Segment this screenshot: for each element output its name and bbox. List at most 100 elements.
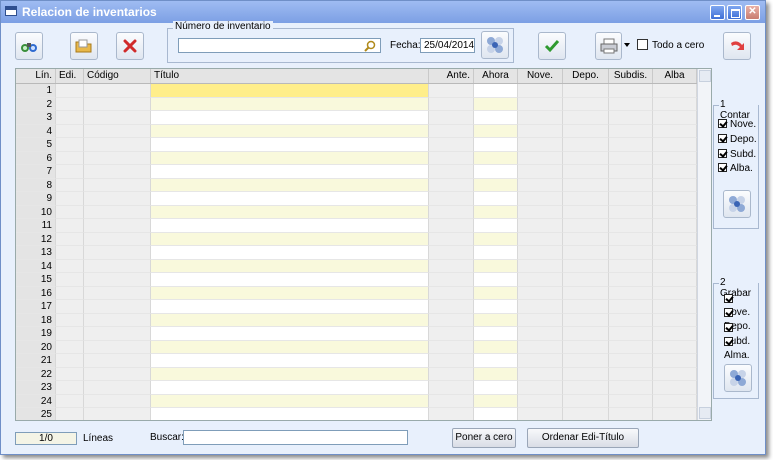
- table-row[interactable]: 3: [16, 111, 697, 125]
- binoculars-button[interactable]: [15, 32, 43, 60]
- cell-subdis[interactable]: [609, 151, 653, 165]
- cell-ahora[interactable]: [474, 286, 518, 300]
- cell-subdis[interactable]: [609, 246, 653, 260]
- cell-ahora[interactable]: [474, 165, 518, 179]
- cell-subdis[interactable]: [609, 273, 653, 287]
- table-row[interactable]: 13: [16, 246, 697, 260]
- cell-titulo[interactable]: [151, 259, 429, 273]
- cell-titulo[interactable]: [151, 178, 429, 192]
- cell-nove[interactable]: [518, 124, 563, 138]
- cell-ante[interactable]: [429, 219, 474, 233]
- poner-cero-button[interactable]: Poner a cero: [452, 428, 516, 448]
- cell-ahora[interactable]: [474, 340, 518, 354]
- vertical-scrollbar[interactable]: [697, 69, 711, 420]
- cell-depo[interactable]: [563, 178, 609, 192]
- cell-codigo[interactable]: [84, 138, 151, 152]
- maximize-button[interactable]: [727, 5, 742, 20]
- cell-titulo[interactable]: [151, 340, 429, 354]
- process-button[interactable]: [481, 31, 509, 59]
- cell-edi[interactable]: [56, 340, 84, 354]
- cell-depo[interactable]: [563, 97, 609, 111]
- cell-titulo[interactable]: [151, 394, 429, 408]
- cell-alba[interactable]: [653, 219, 697, 233]
- cell-codigo[interactable]: [84, 165, 151, 179]
- scroll-down-arrow[interactable]: [699, 407, 711, 419]
- cell-ante[interactable]: [429, 286, 474, 300]
- cell-edi[interactable]: [56, 232, 84, 246]
- cell-titulo[interactable]: [151, 367, 429, 381]
- cell-ahora[interactable]: [474, 219, 518, 233]
- column-header-codigo[interactable]: Código: [84, 69, 151, 83]
- grabar-nove-checkbox[interactable]: Nove.: [724, 293, 758, 318]
- checkbox-box[interactable]: [718, 149, 727, 158]
- table-row[interactable]: 23: [16, 381, 697, 395]
- cell-subdis[interactable]: [609, 300, 653, 314]
- cell-titulo[interactable]: [151, 192, 429, 206]
- cell-ahora[interactable]: [474, 354, 518, 368]
- table-row[interactable]: 14: [16, 259, 697, 273]
- cell-ante[interactable]: [429, 205, 474, 219]
- cell-codigo[interactable]: [84, 111, 151, 125]
- column-header-lin[interactable]: Lín.: [16, 69, 56, 83]
- cell-subdis[interactable]: [609, 408, 653, 420]
- cell-depo[interactable]: [563, 259, 609, 273]
- checkbox-box[interactable]: [724, 308, 733, 317]
- cell-ante[interactable]: [429, 259, 474, 273]
- checkbox-box[interactable]: [724, 294, 733, 303]
- cell-titulo[interactable]: [151, 313, 429, 327]
- cell-titulo[interactable]: [151, 300, 429, 314]
- cell-depo[interactable]: [563, 84, 609, 98]
- cell-titulo[interactable]: [151, 151, 429, 165]
- cell-depo[interactable]: [563, 273, 609, 287]
- cell-depo[interactable]: [563, 165, 609, 179]
- cell-nove[interactable]: [518, 259, 563, 273]
- cell-codigo[interactable]: [84, 273, 151, 287]
- cell-edi[interactable]: [56, 165, 84, 179]
- cell-ante[interactable]: [429, 408, 474, 420]
- cell-ante[interactable]: [429, 151, 474, 165]
- cell-alba[interactable]: [653, 381, 697, 395]
- contar-alba-checkbox[interactable]: Alba.: [718, 162, 753, 175]
- cell-nove[interactable]: [518, 165, 563, 179]
- cell-ante[interactable]: [429, 340, 474, 354]
- column-header-nove[interactable]: Nove.: [518, 69, 563, 83]
- scroll-up-arrow[interactable]: [699, 70, 711, 82]
- delete-button[interactable]: [116, 32, 144, 60]
- cell-ahora[interactable]: [474, 246, 518, 260]
- cell-ante[interactable]: [429, 124, 474, 138]
- cell-alba[interactable]: [653, 111, 697, 125]
- cell-codigo[interactable]: [84, 151, 151, 165]
- cell-depo[interactable]: [563, 394, 609, 408]
- cell-subdis[interactable]: [609, 259, 653, 273]
- cell-ahora[interactable]: [474, 178, 518, 192]
- cell-ahora[interactable]: [474, 273, 518, 287]
- cell-depo[interactable]: [563, 219, 609, 233]
- cell-edi[interactable]: [56, 138, 84, 152]
- cell-alba[interactable]: [653, 354, 697, 368]
- exit-button[interactable]: [723, 32, 751, 60]
- cell-titulo[interactable]: [151, 381, 429, 395]
- cell-edi[interactable]: [56, 111, 84, 125]
- table-row[interactable]: 6: [16, 151, 697, 165]
- cell-alba[interactable]: [653, 246, 697, 260]
- cell-ahora[interactable]: [474, 97, 518, 111]
- table-row[interactable]: 10: [16, 205, 697, 219]
- table-row[interactable]: 9: [16, 192, 697, 206]
- cell-ante[interactable]: [429, 313, 474, 327]
- cell-ahora[interactable]: [474, 327, 518, 341]
- grabar-alma-checkbox[interactable]: Alma.: [724, 336, 758, 361]
- cell-subdis[interactable]: [609, 205, 653, 219]
- close-button[interactable]: ✕: [745, 5, 760, 20]
- cell-ante[interactable]: [429, 97, 474, 111]
- table-row[interactable]: 20: [16, 340, 697, 354]
- checkbox-box[interactable]: [718, 163, 727, 172]
- cell-ahora[interactable]: [474, 138, 518, 152]
- cell-nove[interactable]: [518, 232, 563, 246]
- checkbox-box[interactable]: [718, 119, 727, 128]
- grabar-run-button[interactable]: [724, 364, 752, 392]
- todo-cero-checkbox[interactable]: [637, 39, 648, 50]
- cell-nove[interactable]: [518, 219, 563, 233]
- table-row[interactable]: 24: [16, 394, 697, 408]
- fecha-input[interactable]: 25/04/2014: [420, 38, 475, 53]
- column-header-alba[interactable]: Alba: [653, 69, 697, 83]
